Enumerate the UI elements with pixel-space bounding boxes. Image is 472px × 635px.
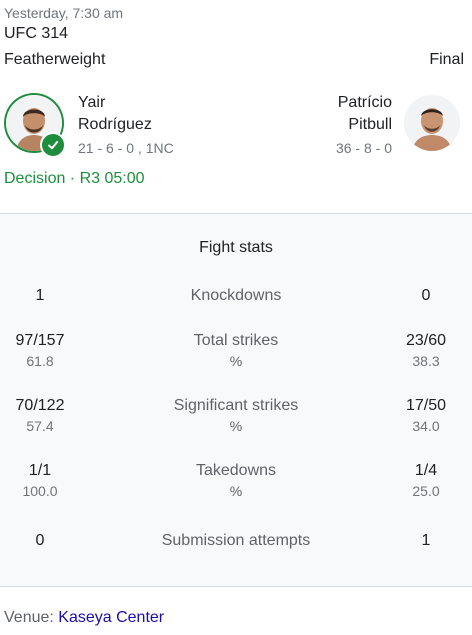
stat-label: Takedowns [195,462,277,479]
stat-right-percent: 38.3 [412,353,440,369]
fighter-left-first-name: Yair [78,94,106,111]
match-time: Yesterday, 7:30 am [4,5,124,21]
stat-row-significant-strikes: 70/122 57.4 Significant strikes % 17/50 … [0,397,472,441]
fight-result: Decision · R3 05:00 [4,170,145,187]
venue-link[interactable]: Kaseya Center [58,609,164,626]
stat-row-submission-attempts: 0 Submission attempts 1 [0,532,472,576]
stat-right-percent: 25.0 [412,483,440,499]
fighter-right-avatar[interactable] [404,95,460,151]
fighter-left-last-name: Rodríguez [78,116,152,133]
match-status: Final [429,51,464,68]
stat-label: Significant strikes [173,397,299,414]
fighter-left-name[interactable]: Yair Rodríguez [78,92,152,136]
stat-unit: % [229,483,243,499]
stat-row-total-strikes: 97/157 61.8 Total strikes % 23/60 38.3 [0,332,472,376]
fight-stats-panel: Fight stats 1 Knockdowns 0 97/157 61.8 T… [0,213,472,587]
stat-right-value: 1/4 [414,462,438,479]
fighter-right-record: 36 - 8 - 0 [335,140,392,156]
fighter-right-first-name: Patrício [337,94,392,111]
stat-right-value: 0 [421,287,431,304]
winner-check-icon [40,132,66,158]
fighter-right-last-name: Pitbull [348,116,392,133]
fighter-left-record: 21 - 6 - 0 , 1NC [78,140,174,156]
stat-right-value: 17/50 [405,397,447,414]
venue: Venue: Kaseya Center [4,609,164,627]
stat-right-percent: 34.0 [412,418,440,434]
stat-row-knockdowns: 1 Knockdowns 0 [0,287,472,331]
match-header: Yesterday, 7:30 am UFC 314 Featherweight… [4,0,472,212]
stat-right-value: 1 [421,532,431,549]
stat-label: Submission attempts [161,532,311,549]
fighter-right-name[interactable]: Patrício Pitbull [338,92,392,136]
stat-row-takedowns: 1/1 100.0 Takedowns % 1/4 25.0 [0,462,472,506]
stat-label: Total strikes [193,332,279,349]
stat-label: Knockdowns [190,287,282,304]
stat-unit: % [229,418,243,434]
fight-stats-title: Fight stats [199,239,273,256]
stat-unit: % [229,353,243,369]
venue-label: Venue: [4,609,54,626]
stat-right-value: 23/60 [405,332,447,349]
fighter-right-photo [404,95,460,151]
event-name[interactable]: UFC 314 [4,25,68,43]
weight-class: Featherweight [4,51,106,68]
